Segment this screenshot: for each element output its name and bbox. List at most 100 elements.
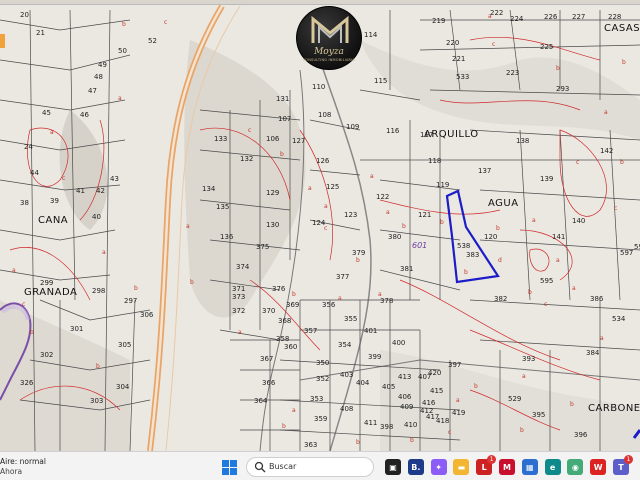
parcel-number: 381	[400, 265, 414, 273]
mail-app-button[interactable]: L1	[473, 455, 497, 478]
subparcel-letter: b	[134, 285, 138, 292]
search-placeholder: Buscar	[269, 462, 297, 471]
parcel-number: 133	[214, 135, 228, 143]
parcel-number: 363	[304, 441, 318, 449]
subparcel-letter: a	[118, 95, 122, 102]
logo-tagline: CONSULTING INMOBILIARIO	[302, 58, 356, 62]
file-explorer-icon: ▬	[453, 459, 470, 475]
parcel-number: 121	[418, 211, 432, 219]
subparcel-letter: b	[356, 257, 360, 264]
subparcel-letter: c	[614, 205, 618, 212]
store-app-button[interactable]: ▦	[519, 456, 541, 478]
parcel-number: 397	[448, 361, 462, 369]
subparcel-letter: d	[498, 257, 502, 264]
subparcel-letter: a	[378, 291, 382, 298]
parcel-number: 326	[20, 379, 34, 387]
subparcel-letter: b	[402, 223, 406, 230]
parcel-number: 367	[260, 355, 274, 363]
copilot-app-button[interactable]: ✦	[428, 456, 450, 478]
parcel-number: 396	[574, 431, 588, 439]
parcel-number: 374	[236, 263, 250, 271]
parcel-number: 137	[478, 167, 492, 175]
subparcel-letter: c	[544, 301, 548, 308]
parcel-number: 132	[240, 155, 254, 163]
parcel-number: 359	[314, 415, 328, 423]
edge-browser-button[interactable]: e	[542, 456, 564, 478]
subparcel-letter: a	[338, 295, 342, 302]
parcel-number: 126	[316, 157, 330, 165]
subparcel-letter: a	[186, 223, 190, 230]
parcel-number: 395	[532, 411, 546, 419]
subparcel-letter: a	[456, 397, 460, 404]
task-view-icon: ▣	[385, 459, 401, 475]
parcel-number: 45	[42, 109, 51, 117]
wps-app-icon: W	[590, 459, 607, 475]
place-casas: CASAS	[604, 23, 640, 34]
parcel-number: 393	[522, 355, 536, 363]
parcel-number: 379	[352, 249, 366, 257]
maps-app-icon: ◉	[567, 459, 584, 475]
parcel-number: 384	[586, 349, 600, 357]
subparcel-letter: b	[292, 291, 296, 298]
parcel-number: 403	[340, 371, 354, 379]
parcel-number: 380	[388, 233, 402, 241]
subparcel-letter: c	[492, 41, 496, 48]
parcel-number: 301	[70, 325, 84, 333]
subparcel-letter: a	[308, 185, 312, 192]
parcel-number: 534	[612, 315, 626, 323]
parcel-number: 386	[590, 295, 604, 303]
task-view-button[interactable]: ▣	[382, 456, 404, 478]
subparcel-letter: c	[576, 159, 580, 166]
parcel-number: 369	[286, 301, 300, 309]
subparcel-letter: b	[356, 439, 360, 446]
cadastral-map[interactable]: ARQUILLO AGUA CANA GRANADA CARBONER CASA…	[0, 0, 640, 451]
parcel-number: 298	[92, 287, 106, 295]
parcel-number: 52	[148, 37, 157, 45]
teams-app-button[interactable]: T1	[610, 455, 633, 478]
parcel-number: 220	[446, 39, 460, 47]
subparcel-letter: b	[282, 423, 286, 430]
start-button[interactable]	[218, 456, 240, 478]
parcel-number: 383	[466, 251, 480, 259]
parcel-number: 372	[232, 307, 246, 315]
booking-app-button[interactable]: B.	[405, 456, 427, 478]
parcel-number: 21	[36, 29, 45, 37]
parcel-number: 400	[392, 339, 406, 347]
parcel-number: 41	[76, 187, 85, 195]
parcel-number: 352	[316, 375, 330, 383]
subparcel-letter: a	[370, 173, 374, 180]
parcel-number: 225	[540, 43, 554, 51]
parcel-number: 139	[540, 175, 554, 183]
parcel-number: 38	[20, 199, 29, 207]
parcel-number: 408	[340, 405, 354, 413]
place-agua: AGUA	[488, 198, 519, 209]
copilot-app-icon: ✦	[430, 459, 447, 475]
parcel-number: 357	[304, 327, 318, 335]
subparcel-letter: b	[620, 159, 624, 166]
wps-app-button[interactable]: W	[587, 456, 609, 478]
parcel-number: 119	[436, 181, 450, 189]
parcel-number: 42	[96, 187, 105, 195]
subparcel-letter: b	[496, 225, 500, 232]
mcafee-app-icon: M	[499, 459, 515, 475]
parcel-number: 107	[278, 115, 292, 123]
weather-widget[interactable]: Aire: normal Ahora	[0, 456, 60, 478]
parcel-number: 115	[374, 77, 388, 85]
file-explorer-button[interactable]: ▬	[450, 456, 472, 478]
subparcel-letter: c	[448, 429, 452, 436]
parcel-number: 306	[140, 311, 154, 319]
mcafee-app-button[interactable]: M	[496, 456, 518, 478]
taskbar-search[interactable]: Buscar	[246, 457, 374, 477]
parcel-number: 110	[312, 83, 326, 91]
place-granada: GRANADA	[24, 287, 78, 298]
parcel-number: 398	[380, 423, 394, 431]
subparcel-letter: b	[190, 279, 194, 286]
subparcel-letter: a	[102, 249, 106, 256]
parcel-number: 364	[254, 397, 268, 405]
parcel-number: 353	[310, 395, 324, 403]
subparcel-letter: c	[164, 19, 168, 26]
parcel-number: 405	[382, 383, 396, 391]
parcel-number: 46	[80, 111, 89, 119]
parcel-number: 129	[266, 189, 280, 197]
maps-app-button[interactable]: ◉	[564, 456, 586, 478]
